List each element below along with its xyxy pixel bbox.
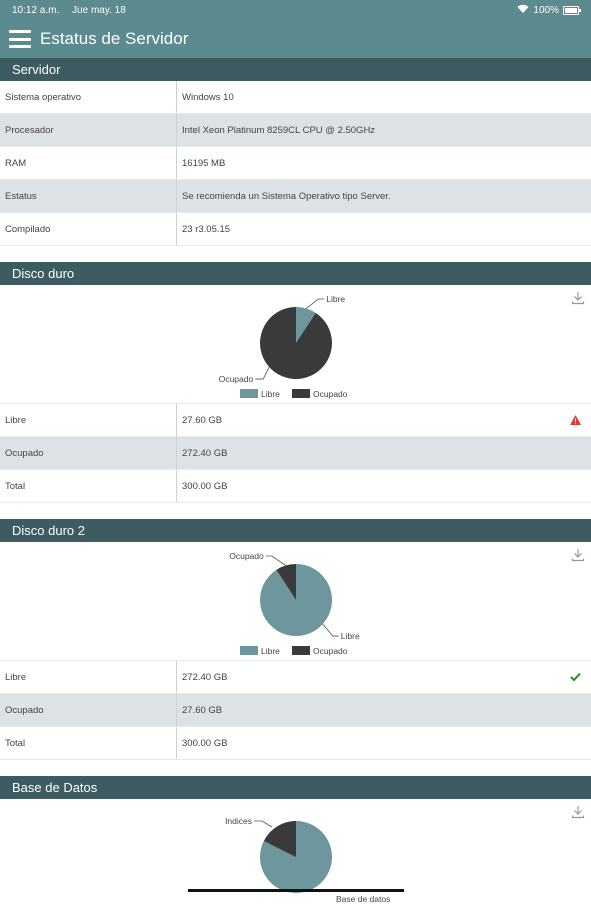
scroll-indicator [188, 889, 404, 892]
row-label: Libre [0, 404, 177, 436]
row-value: 23 r3.05.15 [182, 223, 231, 235]
disco-duro-row: Ocupado 272.40 GB [0, 437, 591, 470]
wifi-icon [517, 4, 529, 16]
legend-swatch-libre [240, 646, 258, 655]
battery-percent: 100% [533, 4, 559, 16]
base-de-datos-chart: Indices Base de datos [0, 799, 591, 909]
legend-label-libre: Libre [261, 646, 280, 656]
pie-label-bottom: Libre [341, 631, 360, 641]
legend-swatch-libre [240, 389, 258, 398]
disco-duro-row: Libre 27.60 GB [0, 404, 591, 437]
legend-swatch-ocupado [292, 646, 310, 655]
legend-label-ocupado: Ocupado [313, 646, 348, 656]
clock: 10:12 a.m. [12, 4, 60, 16]
status-bar: 10:12 a.m. Jue may. 18 100% [0, 0, 591, 20]
servidor-row: Sistema operativo Windows 10 [0, 81, 591, 114]
row-value: Se recomienda un Sistema Operativo tipo … [182, 190, 391, 202]
row-label: Total [0, 470, 177, 502]
row-label: Ocupado [0, 694, 177, 726]
app-bar: Estatus de Servidor [0, 20, 591, 58]
pie-label-top: Libre [326, 294, 345, 304]
battery-icon [563, 5, 581, 15]
legend-label-libre: Libre [261, 389, 280, 399]
check-icon [570, 672, 581, 682]
pie-chart-disco-duro: Libre Ocupado Libre Ocupado [219, 294, 348, 399]
row-label: Sistema operativo [0, 81, 177, 113]
row-label: RAM [0, 147, 177, 179]
pie-label-top: Ocupado [229, 551, 264, 561]
row-label: Procesador [0, 114, 177, 146]
row-label: Total [0, 727, 177, 759]
disco-duro-2-row: Ocupado 27.60 GB [0, 694, 591, 727]
row-value: Intel Xeon Platinum 8259CL CPU @ 2.50GHz [182, 124, 376, 136]
servidor-row: Procesador Intel Xeon Platinum 8259CL CPU… [0, 114, 591, 147]
row-value: 272.40 GB [182, 671, 228, 683]
row-label: Compilado [0, 213, 177, 245]
row-label: Estatus [0, 180, 177, 212]
row-value: 27.60 GB [182, 414, 223, 426]
row-value: 300.00 GB [182, 737, 228, 749]
disco-duro-2-row: Total 300.00 GB [0, 727, 591, 760]
servidor-row: RAM 16195 MB [0, 147, 591, 180]
disco-duro-chart: Libre Ocupado Libre Ocupado [0, 285, 591, 404]
row-label: Libre [0, 661, 177, 693]
row-label: Ocupado [0, 437, 177, 469]
page-title: Estatus de Servidor [40, 29, 189, 48]
row-value: 16195 MB [182, 157, 226, 169]
pie-slice-ocupado [260, 307, 333, 379]
pie-label-base-datos: Base de datos [336, 894, 390, 904]
date: Jue may. 18 [72, 4, 126, 16]
section-header-base-de-datos: Base de Datos [0, 776, 591, 799]
legend-label-ocupado: Ocupado [313, 389, 348, 399]
row-value: 27.60 GB [182, 704, 223, 716]
servidor-row: Compilado 23 r3.05.15 [0, 213, 591, 246]
disco-duro-table: Libre 27.60 GB Ocupado 272.40 GB Total 300.00… [0, 404, 591, 503]
section-header-disco-duro-2: Disco duro 2 [0, 519, 591, 542]
row-value: 272.40 GB [182, 447, 228, 459]
pie-chart-disco-duro-2: Ocupado Libre Libre Ocupado [229, 551, 360, 656]
section-header-servidor: Servidor [0, 58, 591, 81]
disco-duro-2-chart: Ocupado Libre Libre Ocupado [0, 542, 591, 661]
pie-label-bottom: Ocupado [219, 374, 254, 384]
legend-swatch-ocupado [292, 389, 310, 398]
menu-icon[interactable] [9, 30, 31, 48]
row-value: 300.00 GB [182, 480, 228, 492]
pie-chart-base-de-datos: Indices Base de datos [188, 816, 404, 904]
warning-icon [570, 415, 581, 425]
servidor-table: Sistema operativo Windows 10 Procesador Int… [0, 81, 591, 246]
servidor-row: Estatus Se recomienda un Sistema Operativ… [0, 180, 591, 213]
section-header-disco-duro: Disco duro [0, 262, 591, 285]
disco-duro-2-row: Libre 272.40 GB [0, 661, 591, 694]
row-value: Windows 10 [182, 91, 234, 103]
disco-duro-row: Total 300.00 GB [0, 470, 591, 503]
disco-duro-2-table: Libre 272.40 GB Ocupado 27.60 GB Total 300.00… [0, 661, 591, 760]
pie-label-indices: Indices [225, 816, 252, 826]
